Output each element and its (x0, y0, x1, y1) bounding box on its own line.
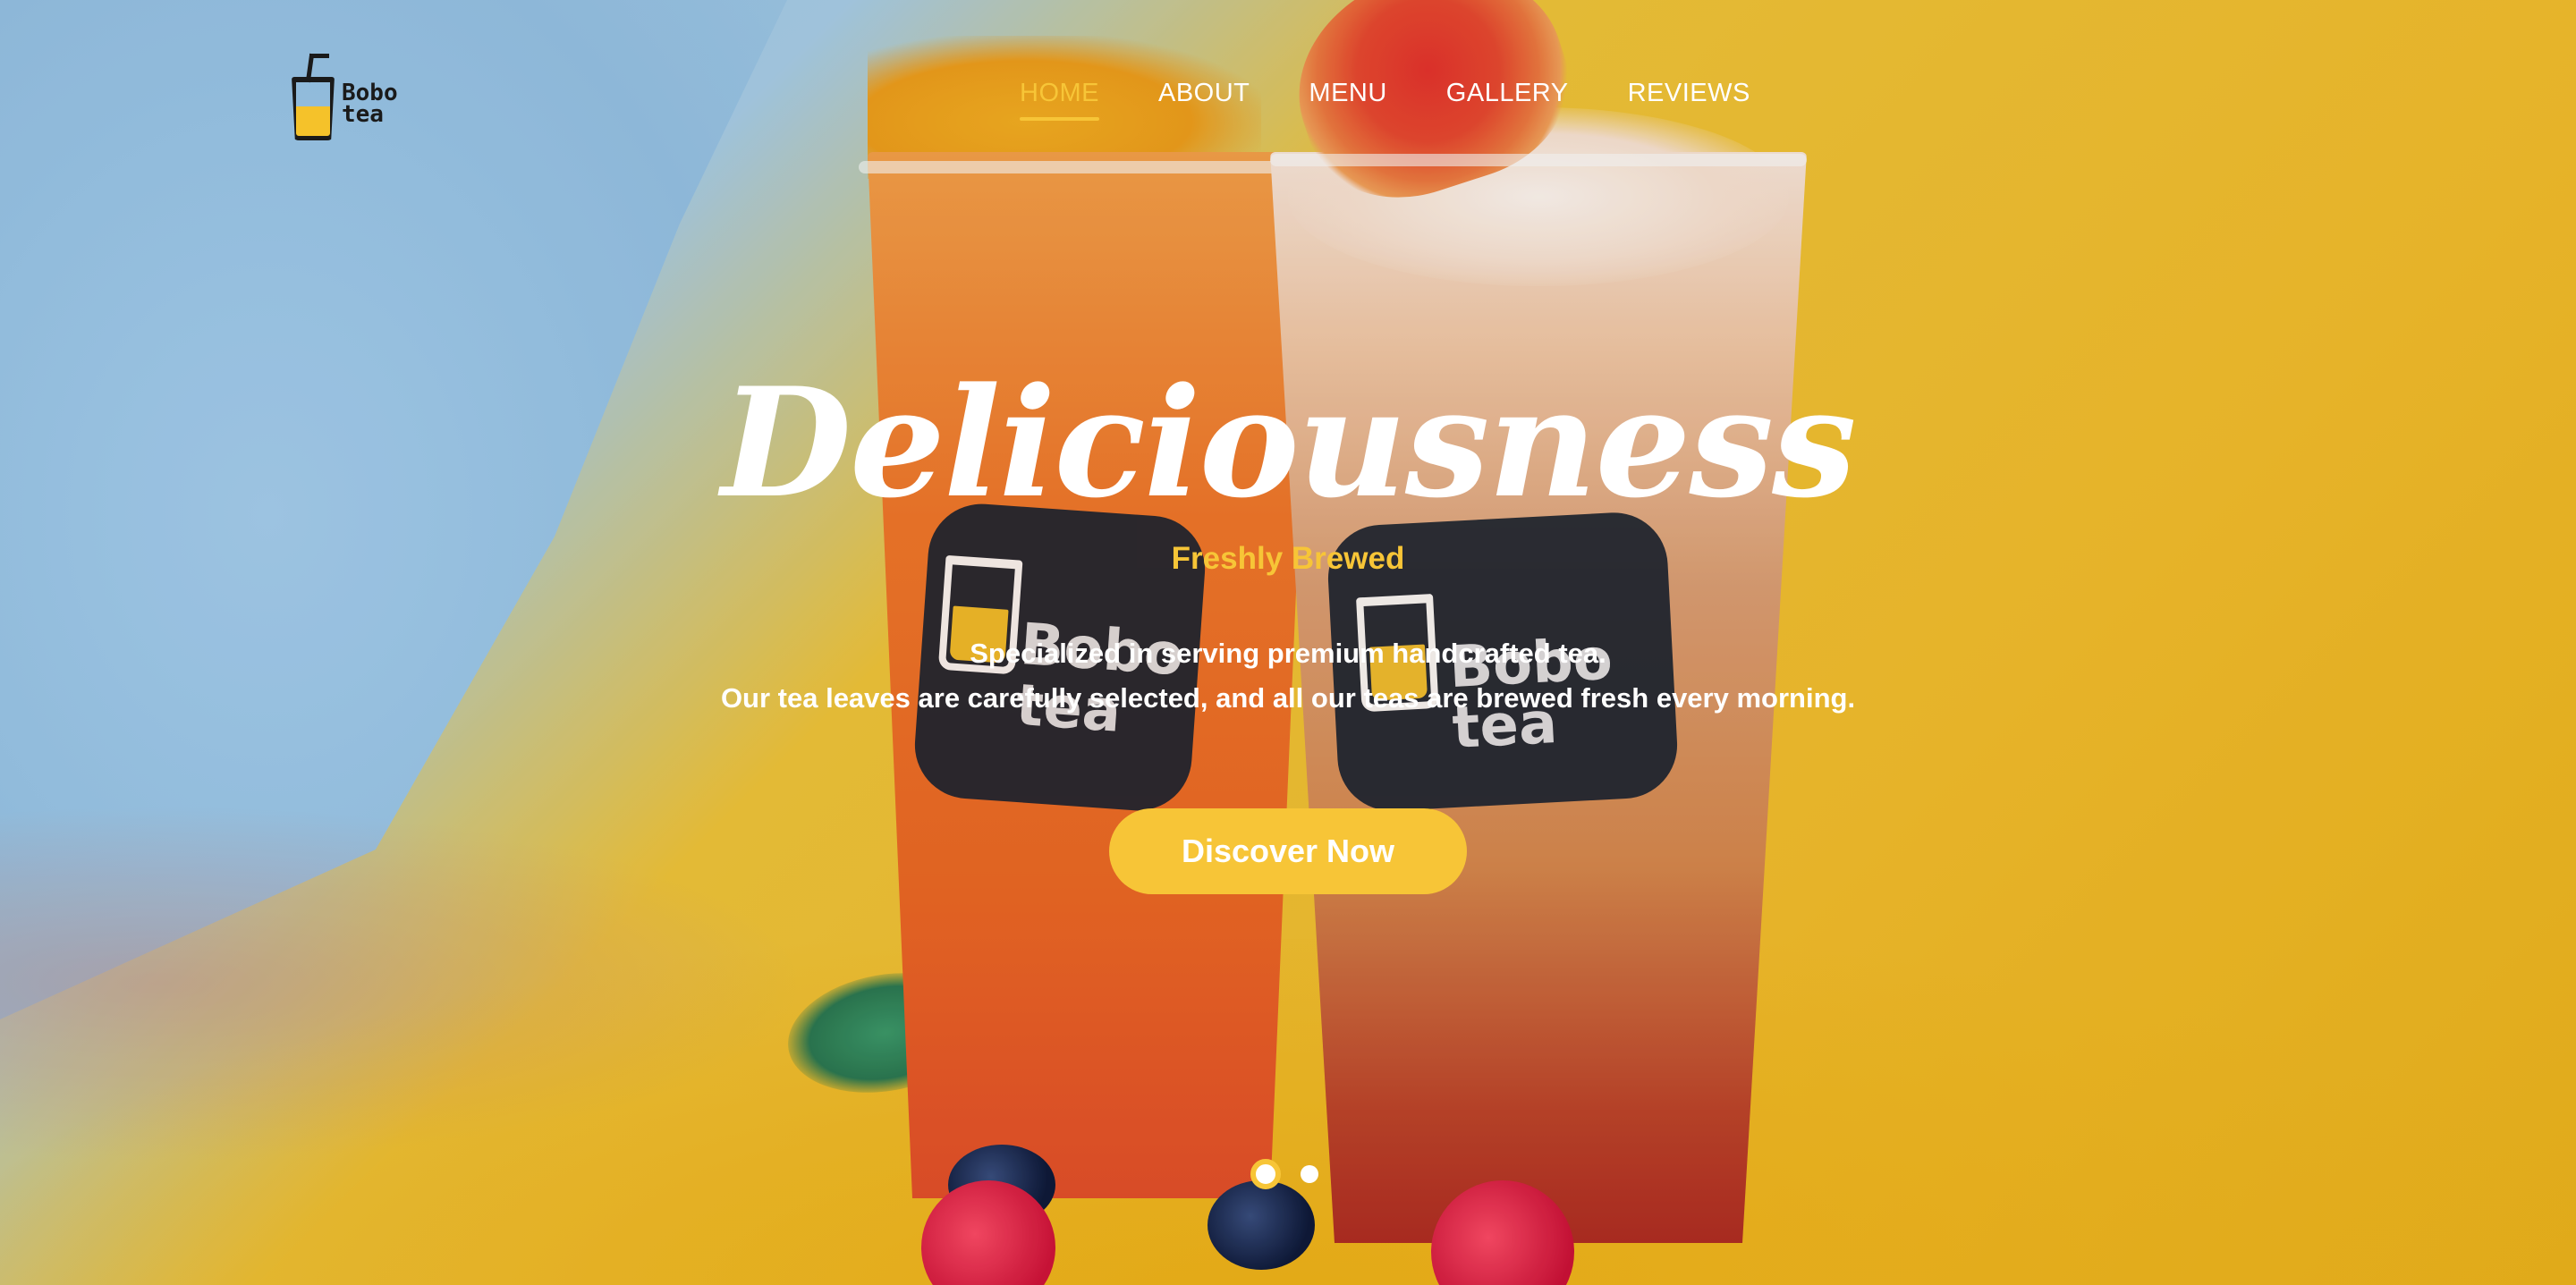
nav-item-about[interactable]: ABOUT (1158, 79, 1250, 121)
carousel-pagination (1250, 1159, 1318, 1189)
logo-cup-icon (292, 77, 335, 140)
hero-description: Specialized in serving premium handcraft… (0, 631, 2576, 721)
nav-item-reviews[interactable]: REVIEWS (1628, 79, 1750, 121)
hero-description-line1: Specialized in serving premium handcraft… (970, 638, 1606, 669)
main-nav: HOME ABOUT MENU GALLERY REVIEWS (1020, 79, 1809, 121)
nav-item-menu[interactable]: MENU (1309, 79, 1386, 121)
hero-tagline: Freshly Brewed (1171, 541, 1405, 576)
discover-now-button[interactable]: Discover Now (1109, 808, 1467, 894)
carousel-dot-2[interactable] (1301, 1165, 1318, 1183)
nav-item-gallery[interactable]: GALLERY (1446, 79, 1569, 121)
logo-wordmark: Bobo tea (342, 81, 398, 128)
nav-item-home[interactable]: HOME (1020, 79, 1099, 121)
hero-headline: Deliciousness (721, 354, 1856, 531)
carousel-dot-1[interactable] (1250, 1159, 1281, 1189)
logo-wordmark-line2: tea (342, 101, 384, 128)
hero-section: Bobo tea Bobo tea Bobo tea HOME ABOUT ME… (0, 0, 2576, 1285)
hero-description-line2: Our tea leaves are carefully selected, a… (720, 682, 1856, 714)
brand-logo[interactable]: Bobo tea (284, 50, 410, 140)
logo-straw-tip-icon (309, 54, 329, 58)
